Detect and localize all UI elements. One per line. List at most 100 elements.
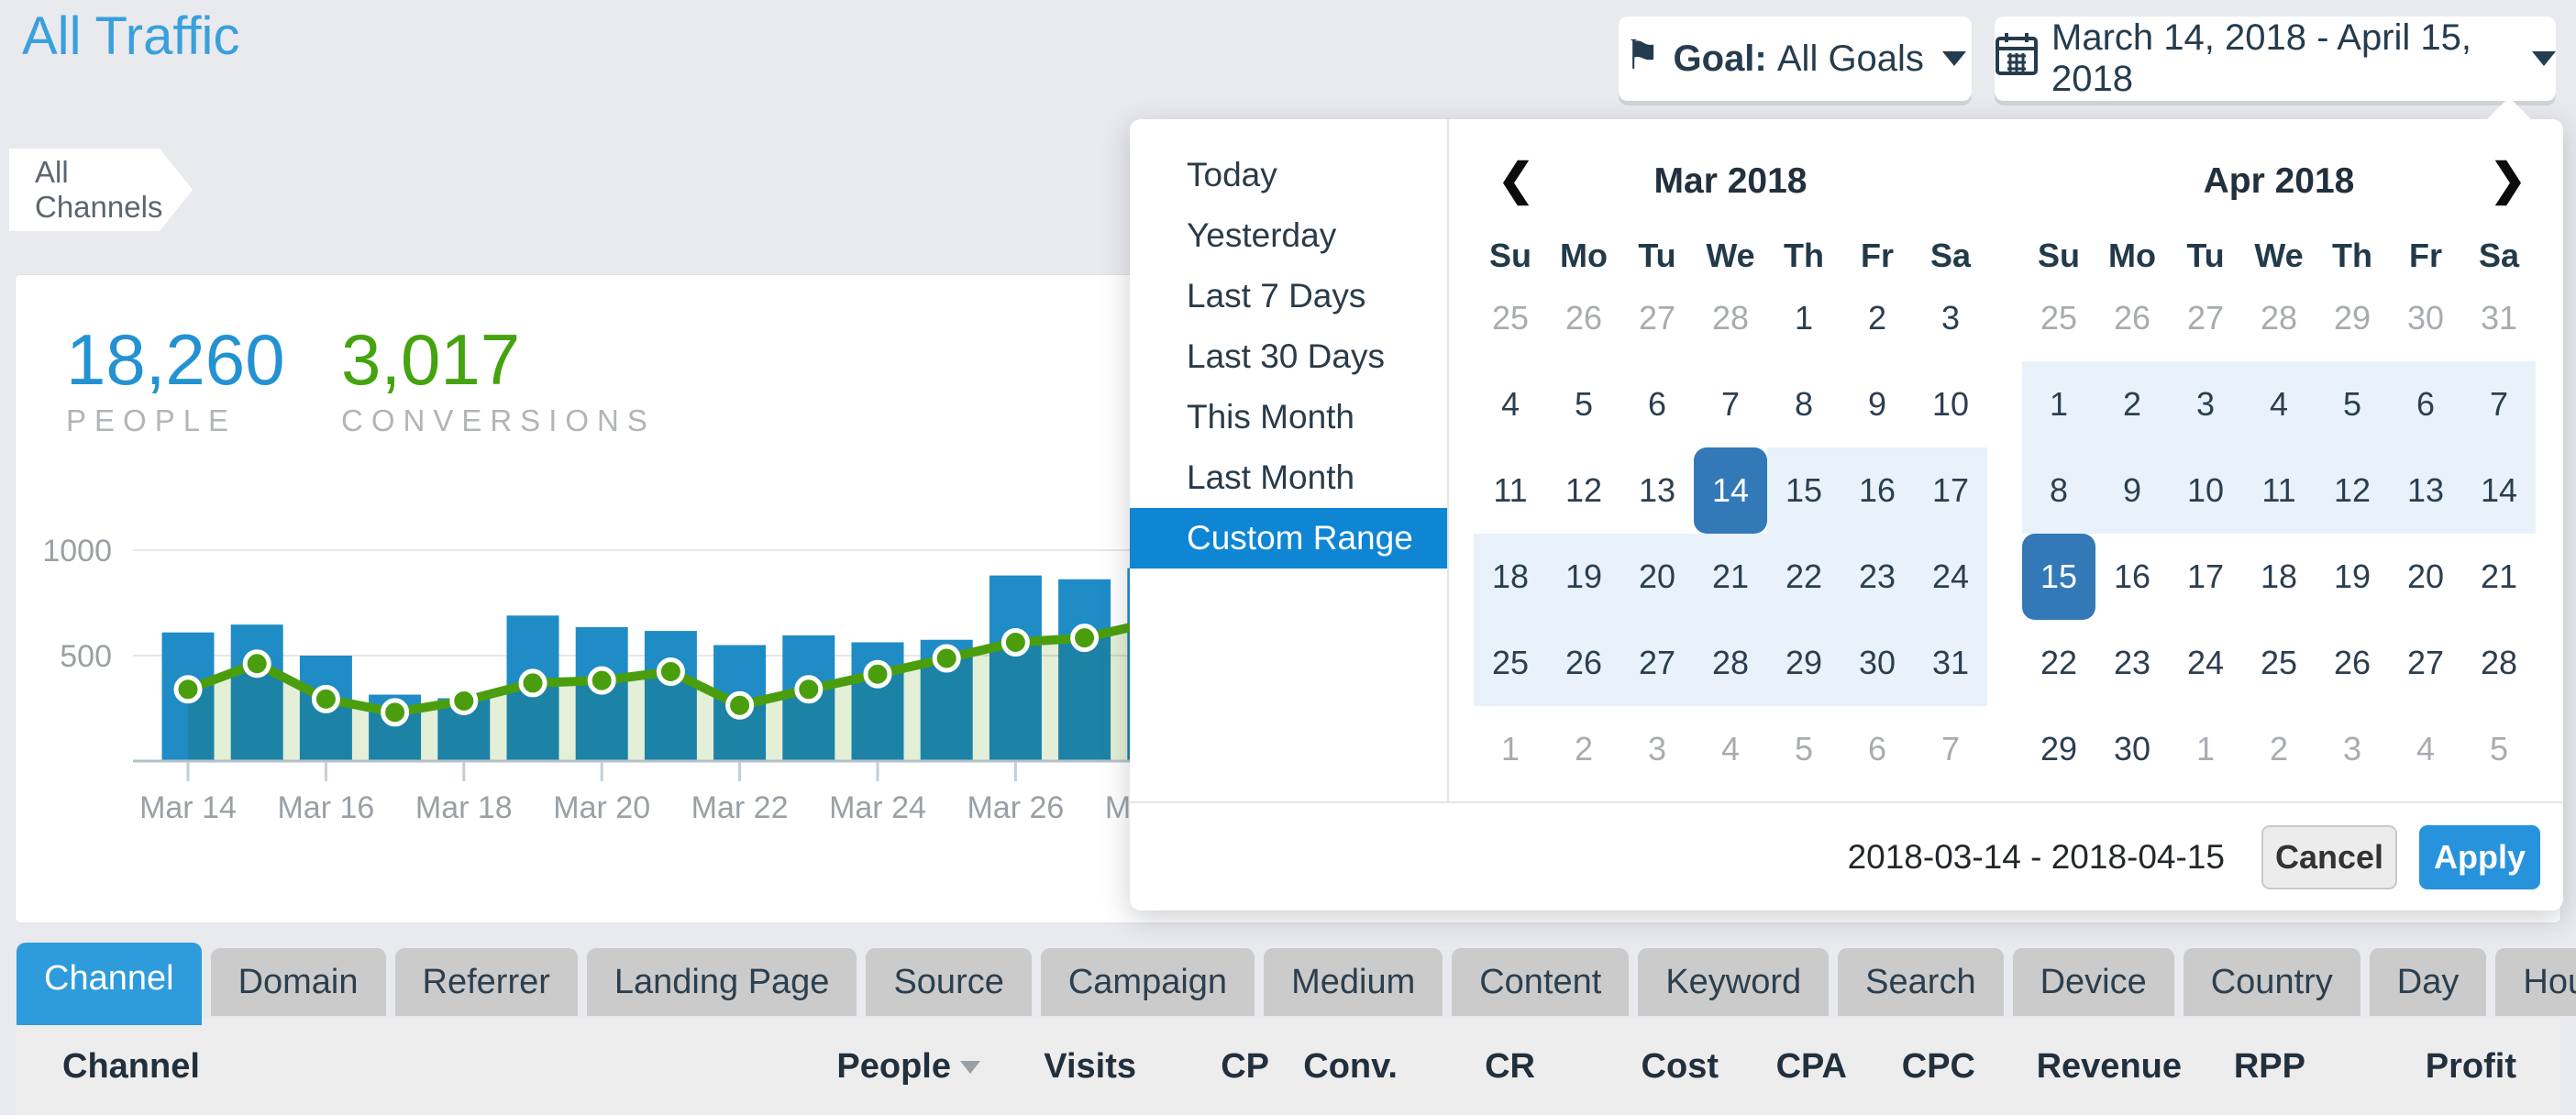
calendar-day[interactable]: 26 <box>2316 620 2389 706</box>
calendar-day[interactable]: 9 <box>1841 361 1914 447</box>
calendar-day[interactable]: 5 <box>1547 361 1620 447</box>
tab-channel[interactable]: Channel <box>17 943 202 1025</box>
calendar-day[interactable]: 23 <box>1841 534 1914 620</box>
calendar-day[interactable]: 4 <box>2242 361 2316 447</box>
calendar-day[interactable]: 27 <box>2169 275 2242 361</box>
calendar-day[interactable]: 2 <box>2242 706 2316 792</box>
calendar-day[interactable]: 1 <box>2169 706 2242 792</box>
calendar-day[interactable]: 31 <box>2462 275 2536 361</box>
calendar-day[interactable]: 18 <box>1474 534 1547 620</box>
calendar-day[interactable]: 20 <box>1620 534 1694 620</box>
calendar-day[interactable]: 27 <box>1620 620 1694 706</box>
calendar-day[interactable]: 3 <box>1620 706 1694 792</box>
calendar-day[interactable]: 1 <box>2022 361 2095 447</box>
calendar-day[interactable]: 5 <box>2316 361 2389 447</box>
calendar-day[interactable]: 30 <box>2389 275 2462 361</box>
tab-source[interactable]: Source <box>866 948 1031 1016</box>
tab-campaign[interactable]: Campaign <box>1041 948 1255 1016</box>
calendar-day[interactable]: 7 <box>1694 361 1767 447</box>
calendar-day[interactable]: 24 <box>2169 620 2242 706</box>
calendar-day[interactable]: 22 <box>1767 534 1841 620</box>
calendar-day[interactable]: 21 <box>1694 534 1767 620</box>
calendar-day[interactable]: 28 <box>2242 275 2316 361</box>
calendar-day[interactable]: 28 <box>2462 620 2536 706</box>
column-header-cr[interactable]: CR <box>1398 1047 1535 1087</box>
calendar-day[interactable]: 11 <box>1474 447 1547 534</box>
column-header-rpp[interactable]: RPP <box>2182 1047 2305 1087</box>
preset-today[interactable]: Today <box>1130 145 1447 205</box>
calendar-day[interactable]: 25 <box>2022 275 2095 361</box>
calendar-day[interactable]: 29 <box>2316 275 2389 361</box>
calendar-day[interactable]: 2 <box>1547 706 1620 792</box>
calendar-day[interactable]: 25 <box>1474 620 1547 706</box>
calendar-day[interactable]: 25 <box>1474 275 1547 361</box>
calendar-day[interactable]: 5 <box>1767 706 1841 792</box>
column-header-people[interactable]: People <box>834 1047 980 1087</box>
calendar-day[interactable]: 8 <box>1767 361 1841 447</box>
calendar-day[interactable]: 12 <box>2316 447 2389 534</box>
calendar-day[interactable]: 30 <box>2095 706 2169 792</box>
date-range-button[interactable]: March 14, 2018 - April 15, 2018 <box>1995 17 2556 101</box>
calendar-day[interactable]: 4 <box>1474 361 1547 447</box>
calendar-day[interactable]: 15 <box>1767 447 1841 534</box>
calendar-day[interactable]: 30 <box>1841 620 1914 706</box>
calendar-day[interactable]: 13 <box>1620 447 1694 534</box>
calendar-day[interactable]: 19 <box>1547 534 1620 620</box>
calendar-day[interactable]: 25 <box>2242 620 2316 706</box>
calendar-day[interactable]: 17 <box>1914 447 1987 534</box>
calendar-day[interactable]: 4 <box>1694 706 1767 792</box>
calendar-day[interactable]: 7 <box>1914 706 1987 792</box>
calendar-day[interactable]: 5 <box>2462 706 2536 792</box>
calendar-day[interactable]: 17 <box>2169 534 2242 620</box>
calendar-day[interactable]: 12 <box>1547 447 1620 534</box>
tab-search[interactable]: Search <box>1838 948 2003 1016</box>
calendar-day[interactable]: 19 <box>2316 534 2389 620</box>
calendar-day[interactable]: 22 <box>2022 620 2095 706</box>
cancel-button[interactable]: Cancel <box>2261 825 2397 889</box>
calendar-day[interactable]: 29 <box>2022 706 2095 792</box>
calendar-day[interactable]: 14 <box>1694 447 1767 534</box>
preset-last-7-days[interactable]: Last 7 Days <box>1130 266 1447 326</box>
calendar-day[interactable]: 6 <box>2389 361 2462 447</box>
column-header-cp[interactable]: CP <box>1136 1047 1269 1087</box>
tab-hour[interactable]: Hour <box>2495 948 2576 1016</box>
calendar-day[interactable]: 11 <box>2242 447 2316 534</box>
calendar-day[interactable]: 3 <box>2316 706 2389 792</box>
calendar-day[interactable]: 10 <box>2169 447 2242 534</box>
preset-last-month[interactable]: Last Month <box>1130 447 1447 508</box>
preset-custom-range[interactable]: Custom Range <box>1130 508 1447 569</box>
calendar-day[interactable]: 3 <box>1914 275 1987 361</box>
calendar-day[interactable]: 28 <box>1694 620 1767 706</box>
tab-day[interactable]: Day <box>2370 948 2487 1016</box>
calendar-day[interactable]: 26 <box>1547 275 1620 361</box>
tab-country[interactable]: Country <box>2184 948 2360 1016</box>
calendar-day[interactable]: 1 <box>1474 706 1547 792</box>
calendar-day[interactable]: 3 <box>2169 361 2242 447</box>
calendar-day[interactable]: 21 <box>2462 534 2536 620</box>
tab-landing-page[interactable]: Landing Page <box>587 948 857 1016</box>
apply-button[interactable]: Apply <box>2419 825 2540 889</box>
calendar-day[interactable]: 16 <box>1841 447 1914 534</box>
calendar-day[interactable]: 6 <box>1841 706 1914 792</box>
calendar-day[interactable]: 26 <box>2095 275 2169 361</box>
column-header-conv-[interactable]: Conv. <box>1269 1047 1398 1087</box>
column-header-cost[interactable]: Cost <box>1535 1047 1719 1087</box>
goal-selector-button[interactable]: ⚑ Goal: All Goals <box>1619 17 1972 101</box>
calendar-day[interactable]: 6 <box>1620 361 1694 447</box>
calendar-day[interactable]: 13 <box>2389 447 2462 534</box>
preset-this-month[interactable]: This Month <box>1130 387 1447 447</box>
calendar-day[interactable]: 10 <box>1914 361 1987 447</box>
calendar-day[interactable]: 8 <box>2022 447 2095 534</box>
calendar-day[interactable]: 20 <box>2389 534 2462 620</box>
tab-medium[interactable]: Medium <box>1264 948 1443 1016</box>
column-header-channel[interactable]: Channel <box>17 1047 834 1087</box>
calendar-day[interactable]: 29 <box>1767 620 1841 706</box>
calendar-day[interactable]: 27 <box>2389 620 2462 706</box>
calendar-day[interactable]: 24 <box>1914 534 1987 620</box>
column-header-cpa[interactable]: CPA <box>1719 1047 1847 1087</box>
preset-last-30-days[interactable]: Last 30 Days <box>1130 326 1447 387</box>
calendar-day[interactable]: 7 <box>2462 361 2536 447</box>
tab-content[interactable]: Content <box>1452 948 1629 1016</box>
calendar-day[interactable]: 15 <box>2022 534 2095 620</box>
calendar-day[interactable]: 4 <box>2389 706 2462 792</box>
